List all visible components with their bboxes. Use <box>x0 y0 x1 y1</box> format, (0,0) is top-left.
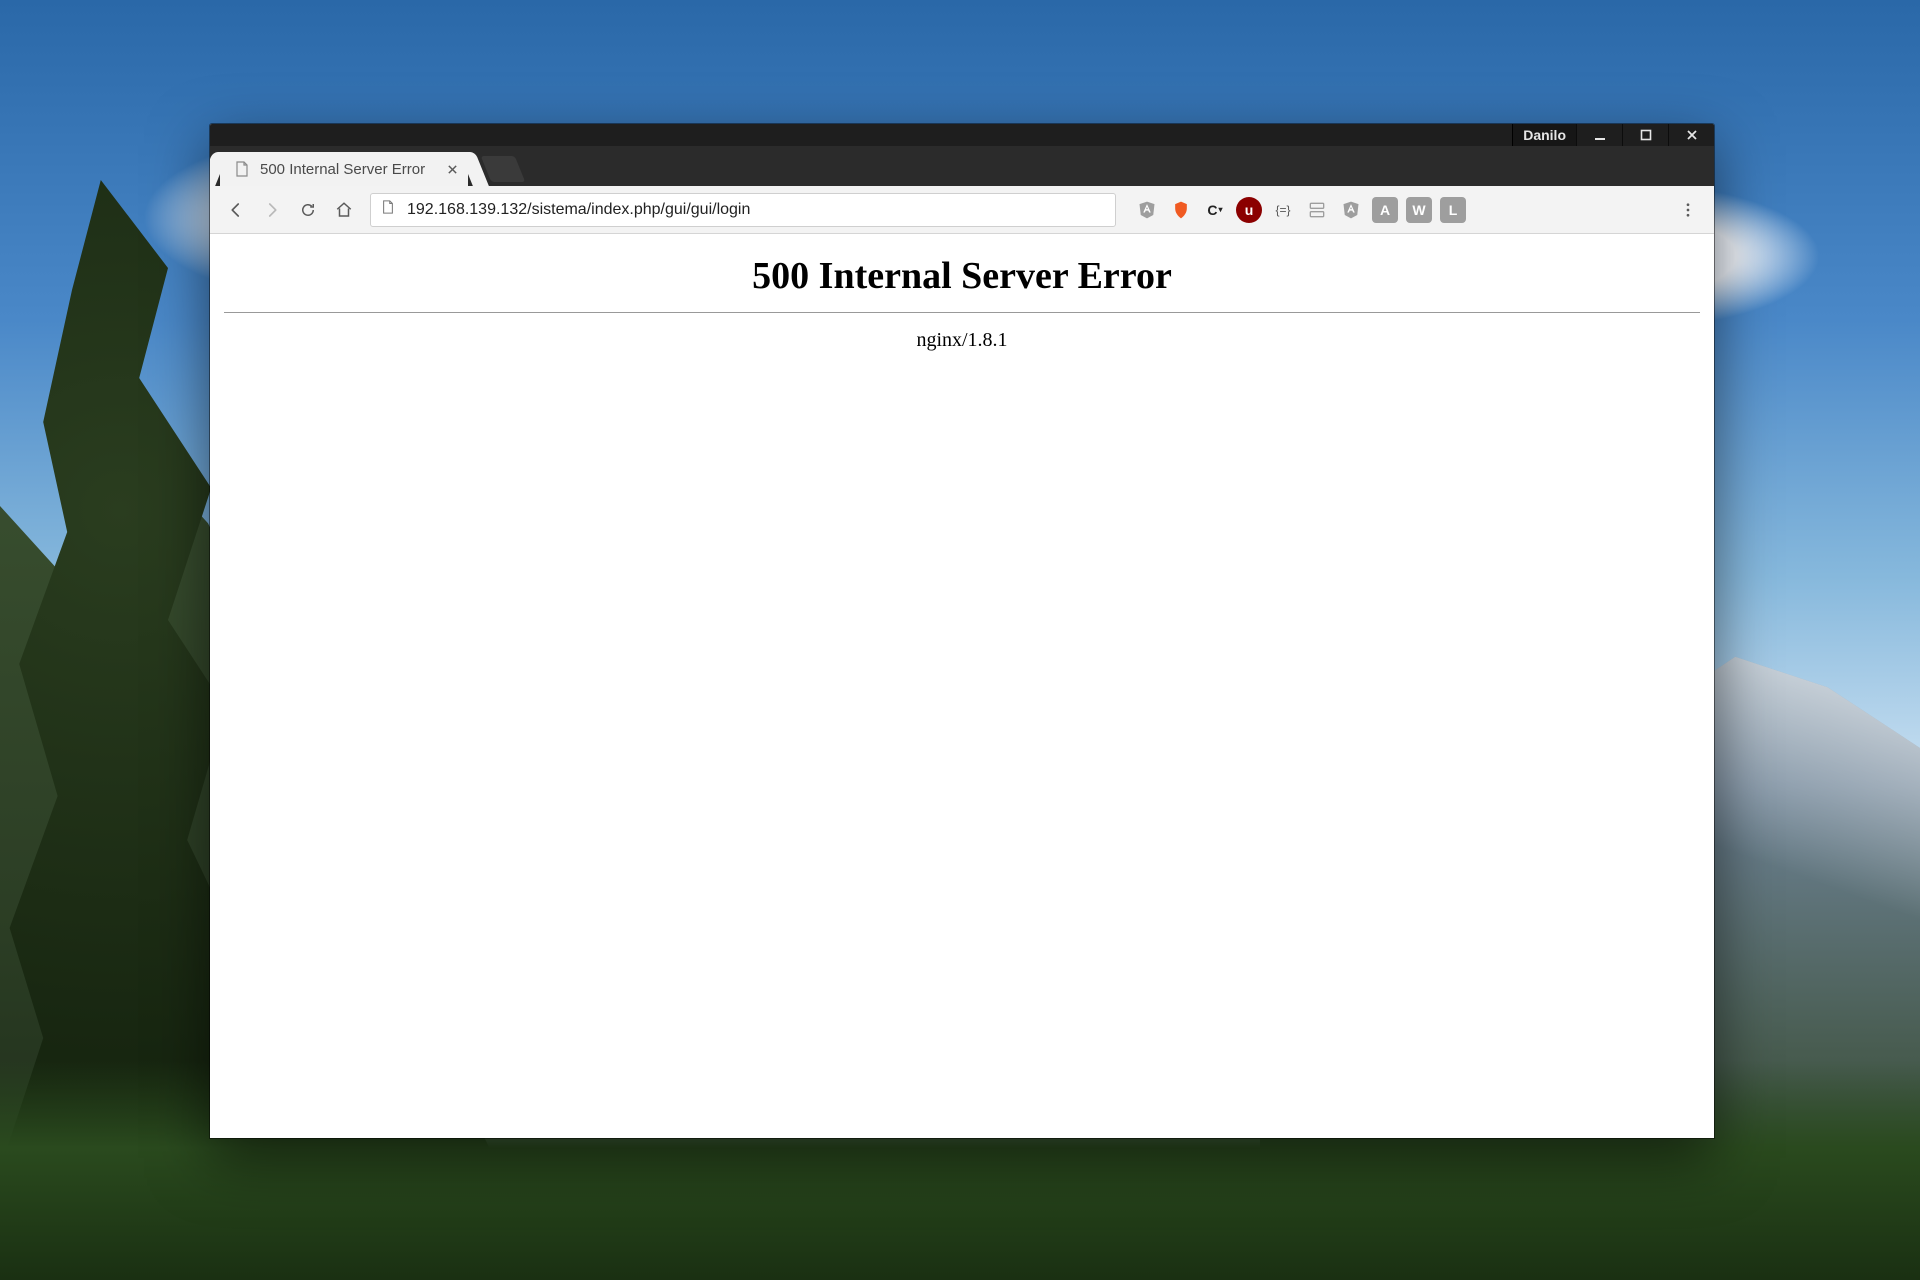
maximize-icon <box>1639 128 1653 142</box>
page-viewport: 500 Internal Server Error nginx/1.8.1 <box>210 234 1714 1138</box>
extension-c-label: C <box>1207 202 1217 218</box>
kebab-menu-icon <box>1679 201 1697 219</box>
extension-w[interactable]: W <box>1406 197 1432 223</box>
shield-lion-icon <box>1171 200 1191 220</box>
extension-w-label: W <box>1412 202 1425 218</box>
server-signature: nginx/1.8.1 <box>224 329 1700 352</box>
new-tab-button[interactable] <box>481 156 526 182</box>
reload-icon <box>299 201 317 219</box>
server-icon <box>1307 200 1327 220</box>
profile-button[interactable]: Danilo <box>1512 124 1576 146</box>
home-button[interactable] <box>328 194 360 226</box>
extension-dev[interactable] <box>1304 197 1330 223</box>
maximize-button[interactable] <box>1622 124 1668 146</box>
minimize-icon <box>1593 128 1607 142</box>
close-icon <box>447 164 458 175</box>
arrow-right-icon <box>263 201 281 219</box>
address-bar[interactable] <box>370 193 1116 227</box>
divider <box>224 312 1700 313</box>
file-icon <box>234 161 250 177</box>
arrow-left-icon <box>227 201 245 219</box>
extension-a-label: A <box>1380 202 1390 218</box>
extension-l-label: L <box>1449 202 1458 218</box>
extension-a[interactable]: A <box>1372 197 1398 223</box>
extension-angular-2[interactable] <box>1338 197 1364 223</box>
file-icon <box>381 200 395 219</box>
extension-brackets[interactable]: {=} <box>1270 197 1296 223</box>
angular-icon <box>1137 200 1157 220</box>
extension-ublock[interactable]: u <box>1236 197 1262 223</box>
browser-menu-button[interactable] <box>1672 194 1704 226</box>
window-titlebar[interactable]: Danilo <box>210 124 1714 146</box>
browser-tab[interactable]: 500 Internal Server Error <box>220 152 468 186</box>
extension-l[interactable]: L <box>1440 197 1466 223</box>
extension-c[interactable]: C▾ <box>1202 197 1228 223</box>
reload-button[interactable] <box>292 194 324 226</box>
minimize-button[interactable] <box>1576 124 1622 146</box>
close-icon <box>1685 128 1699 142</box>
browser-window: Danilo 500 Internal Server Error <box>210 124 1714 1138</box>
extension-angular[interactable] <box>1134 197 1160 223</box>
tab-strip: 500 Internal Server Error <box>210 146 1714 186</box>
forward-button[interactable] <box>256 194 288 226</box>
extension-brave[interactable] <box>1168 197 1194 223</box>
angular-icon <box>1341 200 1361 220</box>
error-heading: 500 Internal Server Error <box>224 254 1700 298</box>
ublock-icon: u <box>1245 202 1254 218</box>
home-icon <box>335 201 353 219</box>
browser-toolbar: C▾ u {=} A W L <box>210 186 1714 234</box>
close-tab-button[interactable] <box>444 161 460 177</box>
back-button[interactable] <box>220 194 252 226</box>
close-window-button[interactable] <box>1668 124 1714 146</box>
url-input[interactable] <box>407 201 1105 219</box>
tab-title: 500 Internal Server Error <box>260 161 425 178</box>
brackets-icon: {=} <box>1275 203 1290 217</box>
extensions-row: C▾ u {=} A W L <box>1134 197 1466 223</box>
profile-label: Danilo <box>1523 127 1566 143</box>
